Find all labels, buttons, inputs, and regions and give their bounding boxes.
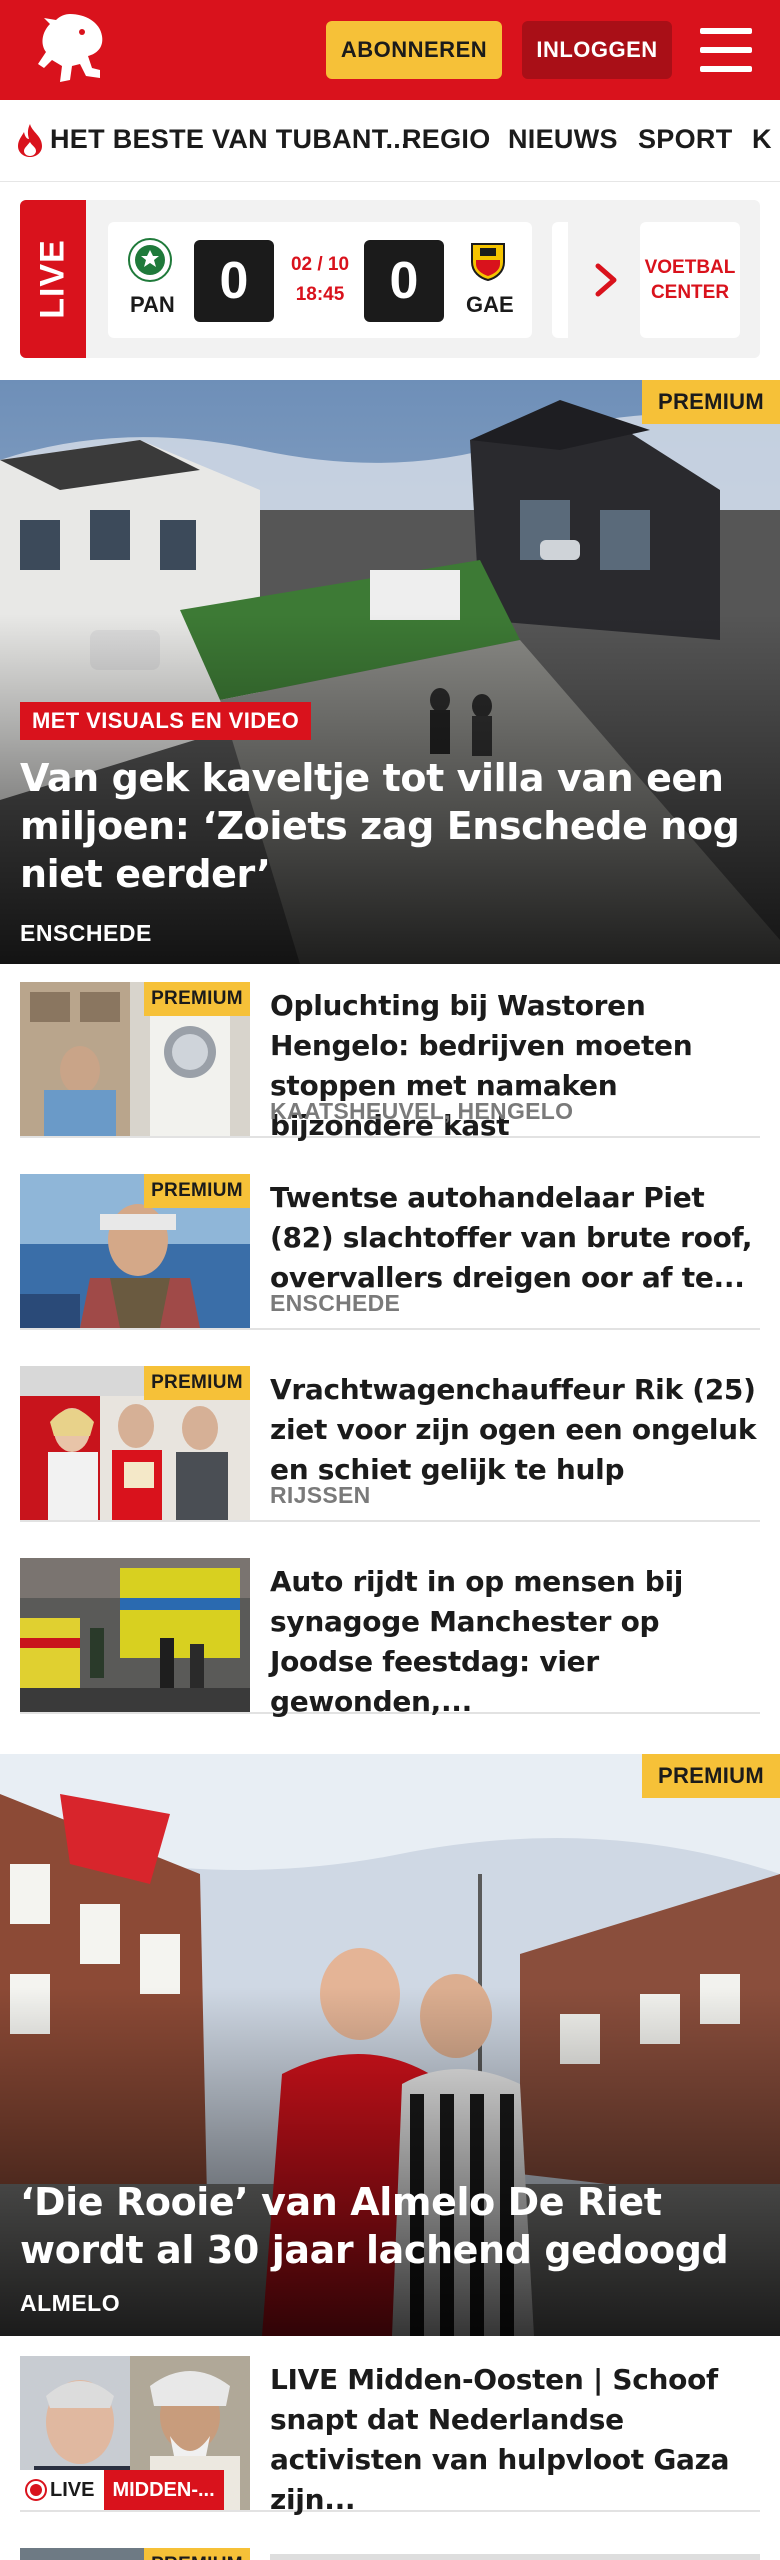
- article-location: ENSCHEDE: [270, 1290, 401, 1316]
- nav-item-nieuws[interactable]: NIEUWS: [508, 124, 618, 155]
- list-item[interactable]: PREMIUM Twentse autohandelaar Piet (82) …: [20, 1158, 760, 1330]
- tubantia-horse-logo[interactable]: [30, 10, 110, 90]
- thumbnail-image: LIVE MIDDEN-...: [20, 2356, 250, 2510]
- article-title-partial: [270, 2554, 760, 2560]
- article-location: RIJSSEN: [270, 1482, 371, 1508]
- live-strip: LIVE MIDDEN-...: [20, 2470, 225, 2510]
- list-item[interactable]: PREMIUM Opluchting bij Wastoren Hengelo:…: [20, 966, 760, 1142]
- nav-item-sport[interactable]: SPORT: [638, 124, 733, 155]
- live-scores-bar: LIVE PAN 0 02 / 10 18:45 0 GAE VOETBAL C…: [20, 200, 760, 358]
- thumbnail-image: [20, 1558, 250, 1712]
- live-dot-icon: [30, 2484, 42, 2496]
- hero-title[interactable]: Van gek kaveltje tot villa van een miljo…: [20, 754, 760, 898]
- hero-article-die-rooie[interactable]: PREMIUM ‘Die Rooie’ van Almelo De Riet w…: [0, 1754, 780, 2336]
- home-score: 0: [194, 240, 274, 322]
- voetbal-center-link[interactable]: VOETBAL CENTER: [640, 222, 740, 338]
- main-nav: HET BESTE VAN TUBANT... REGIO NIEUWS SPO…: [0, 100, 780, 182]
- article-location: KAATSHEUVEL, HENGELO: [270, 1098, 574, 1124]
- thumbnail-image: PREMIUM: [20, 1366, 250, 1520]
- subscribe-button[interactable]: ABONNEREN: [326, 21, 502, 79]
- away-score: 0: [364, 240, 444, 322]
- thumbnail-image: PREMIUM: [20, 982, 250, 1136]
- premium-badge: PREMIUM: [642, 380, 780, 424]
- nav-item-regio[interactable]: REGIO: [402, 124, 491, 155]
- site-header: ABONNEREN INLOGGEN: [0, 0, 780, 100]
- premium-badge: PREMIUM: [144, 982, 250, 1016]
- live-tag: LIVE: [20, 200, 86, 358]
- hero-gradient: [0, 1986, 780, 2336]
- hero-location: ENSCHEDE: [20, 920, 152, 946]
- live-indicator: LIVE: [20, 2470, 105, 2510]
- menu-icon[interactable]: [700, 28, 752, 72]
- live-topic-tag: MIDDEN-...: [104, 2470, 225, 2510]
- match-date: 02 / 10: [290, 254, 350, 275]
- list-item-partial[interactable]: PREMIUM: [20, 2532, 760, 2560]
- list-item[interactable]: PREMIUM Vrachtwagenchauffeur Rik (25) zi…: [20, 1350, 760, 1522]
- pan-team-logo: [128, 238, 172, 282]
- match-datetime: 02 / 10 18:45: [284, 250, 356, 310]
- chevron-right-icon[interactable]: [592, 262, 622, 298]
- away-team-code: GAE: [466, 292, 514, 317]
- hero-location: ALMELO: [20, 2290, 121, 2316]
- thumbnail-image: PREMIUM: [20, 1174, 250, 1328]
- article-title[interactable]: Twentse autohandelaar Piet (82) slachtof…: [270, 1178, 760, 1298]
- match-time: 18:45: [295, 284, 345, 305]
- nav-item-partial[interactable]: K: [752, 124, 772, 155]
- list-item[interactable]: Auto rijdt in op mensen bij synagoge Man…: [20, 1542, 760, 1718]
- next-match-peek[interactable]: [552, 222, 568, 338]
- premium-badge: PREMIUM: [642, 1754, 780, 1798]
- gae-team-logo: [471, 243, 505, 282]
- login-button[interactable]: INLOGGEN: [522, 21, 672, 79]
- article-title[interactable]: Vrachtwagenchauffeur Rik (25) ziet voor …: [270, 1370, 760, 1490]
- visuals-video-label: MET VISUALS EN VIDEO: [20, 702, 312, 740]
- flame-icon: [18, 124, 42, 157]
- premium-badge: PREMIUM: [144, 1366, 250, 1400]
- hero-article-villa[interactable]: PREMIUM MET VISUALS EN VIDEO Van gek kav…: [0, 380, 780, 964]
- premium-badge: PREMIUM: [144, 1174, 250, 1208]
- article-title[interactable]: Auto rijdt in op mensen bij synagoge Man…: [270, 1562, 760, 1722]
- live-list-item[interactable]: LIVE MIDDEN-... LIVE Midden-Oosten | Sch…: [20, 2340, 760, 2516]
- nav-item-best-of[interactable]: HET BESTE VAN TUBANT...: [50, 124, 409, 155]
- match-card[interactable]: PAN 0 02 / 10 18:45 0 GAE: [108, 222, 532, 338]
- home-team-code: PAN: [130, 292, 175, 317]
- hero-title[interactable]: ‘Die Rooie’ van Almelo De Riet wordt al …: [20, 2178, 760, 2274]
- premium-badge: PREMIUM: [144, 2548, 250, 2560]
- article-title[interactable]: LIVE Midden-Oosten | Schoof snapt dat Ne…: [270, 2360, 760, 2520]
